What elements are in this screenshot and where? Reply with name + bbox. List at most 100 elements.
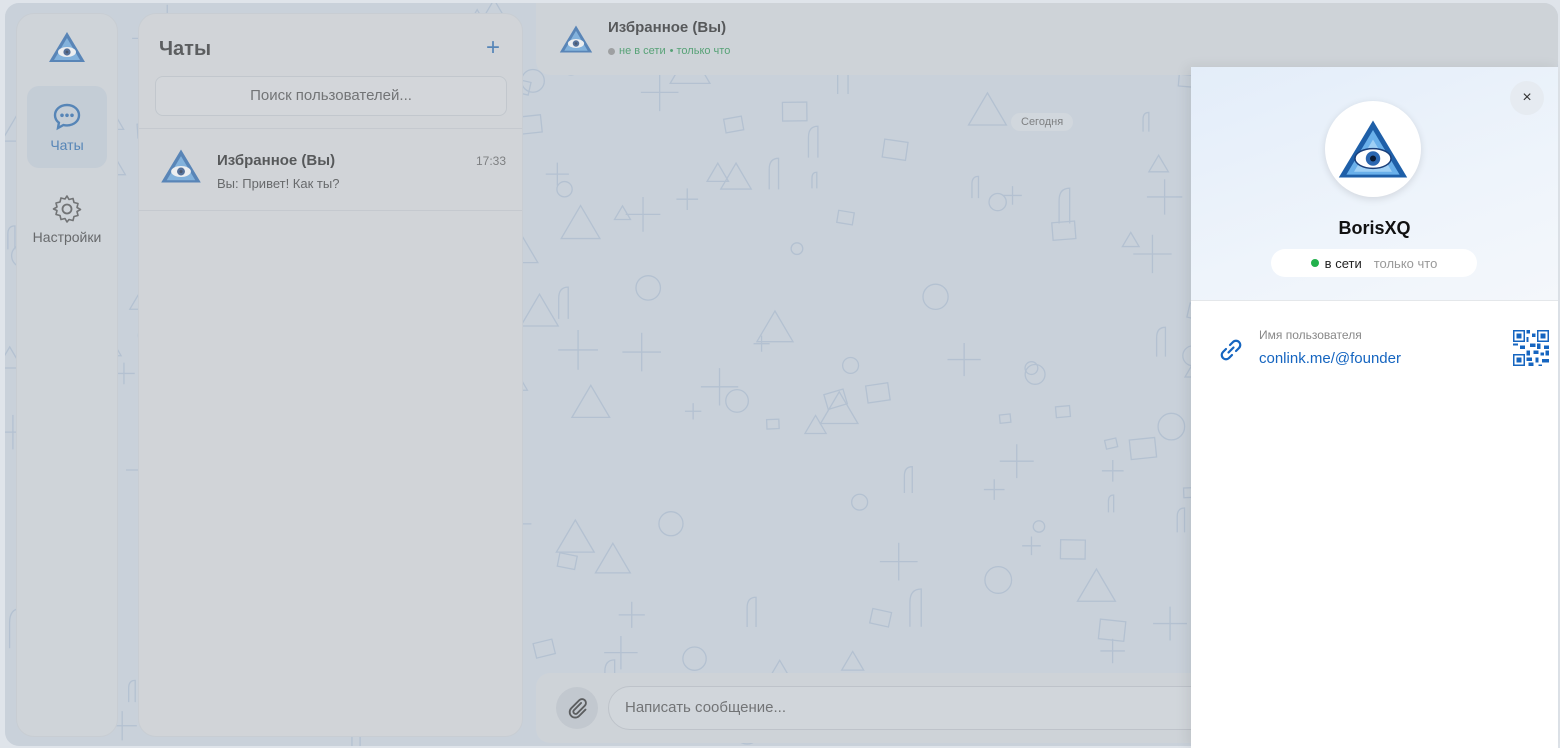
message-input[interactable]: Написать сообщение... (608, 686, 1248, 730)
profile-status: в сети только что (1271, 249, 1477, 277)
pattern-doodle (635, 275, 662, 301)
pattern-doodle (7, 225, 16, 250)
pattern-doodle (803, 414, 828, 435)
pattern-doodle (556, 552, 579, 571)
pattern-doodle (922, 283, 949, 311)
pattern-doodle (725, 389, 749, 413)
conversation-status: не в сети • только что (608, 45, 730, 57)
pattern-doodle (879, 542, 918, 581)
chat-name: Избранное (Вы) (217, 152, 336, 169)
pattern-doodle (868, 607, 893, 628)
pattern-doodle (903, 466, 913, 493)
pattern-doodle (746, 596, 757, 628)
app-logo-icon (49, 32, 85, 62)
chat-list-item[interactable]: Избранное (Вы) Вы: Привет! Как ты? 17:33 (139, 130, 522, 210)
pattern-doodle (840, 650, 865, 671)
pattern-doodle (1032, 520, 1046, 533)
pattern-doodle (558, 286, 569, 319)
status-text: не в сети (619, 45, 666, 57)
rail-item-label: Настройки (32, 229, 102, 245)
pattern-doodle (1142, 111, 1150, 132)
gear-icon (52, 195, 82, 223)
pattern-doodle (705, 161, 730, 183)
username-label: Имя пользователя (1259, 328, 1362, 342)
pattern-doodle (594, 542, 632, 574)
chats-title: Чаты (159, 38, 212, 60)
pattern-doodle (128, 679, 136, 703)
last-seen-text: • только что (669, 45, 731, 57)
pattern-doodle (1100, 638, 1125, 664)
pattern-doodle (768, 157, 780, 190)
rail-item-chats[interactable]: Чаты (27, 86, 107, 168)
rail-item-label: Чаты (50, 137, 84, 153)
attach-button[interactable] (556, 687, 598, 729)
pattern-doodle (1153, 606, 1188, 641)
pattern-doodle (519, 292, 560, 327)
pattern-doodle (971, 175, 980, 199)
pattern-doodle (1024, 363, 1046, 385)
divider (139, 128, 522, 129)
pattern-doodle (841, 356, 860, 375)
pattern-doodle (1054, 404, 1072, 419)
pattern-doodle (700, 368, 739, 406)
pattern-doodle (984, 566, 1013, 594)
paperclip-icon (568, 698, 587, 719)
profile-avatar (1325, 101, 1421, 197)
pattern-doodle (1133, 234, 1172, 274)
pattern-doodle (556, 180, 573, 198)
pattern-doodle (1097, 618, 1127, 643)
user-search-input[interactable]: Поиск пользователей... (155, 76, 507, 116)
pattern-doodle (682, 646, 707, 671)
pattern-doodle (1176, 507, 1186, 533)
chat-avatar-icon (161, 149, 201, 183)
pattern-doodle (753, 335, 770, 352)
pattern-doodle (947, 342, 981, 377)
qr-code-icon[interactable] (1513, 330, 1549, 366)
pattern-doodle (570, 383, 611, 419)
pattern-doodle (967, 91, 1008, 126)
pattern-doodle (560, 204, 602, 240)
pattern-doodle (555, 518, 596, 553)
pattern-doodle (1157, 412, 1186, 441)
link-icon (1220, 339, 1242, 361)
pattern-doodle (604, 635, 638, 670)
message-composer: Написать сообщение... (536, 673, 1248, 743)
pattern-doodle (1147, 153, 1170, 173)
pattern-doodle (684, 403, 702, 420)
pattern-doodle (613, 204, 632, 221)
chat-preview: Вы: Привет! Как ты? (217, 176, 340, 191)
nav-rail: Чаты Настройки (16, 13, 118, 737)
pattern-doodle (999, 444, 1034, 479)
pattern-doodle (909, 588, 922, 627)
pattern-doodle (722, 115, 745, 134)
conversation-avatar-icon[interactable] (558, 23, 594, 55)
pattern-doodle (622, 332, 662, 372)
pattern-doodle (676, 188, 699, 211)
pattern-doodle (1101, 459, 1124, 482)
divider (139, 210, 522, 211)
username-link[interactable]: conlink.me/@founder (1259, 350, 1401, 367)
pattern-doodle (790, 242, 804, 256)
profile-header: × BorisXQ в сети только что (1191, 67, 1558, 301)
profile-drawer: × BorisXQ в сети только что Имя пользова… (1191, 67, 1558, 748)
chat-time: 17:33 (475, 154, 506, 168)
pattern-doodle (1103, 437, 1119, 450)
rail-item-settings[interactable]: Настройки (27, 178, 107, 260)
username-row: Имя пользователя conlink.me/@founder (1215, 322, 1549, 378)
pattern-doodle (1058, 187, 1071, 224)
pattern-doodle (1051, 220, 1077, 242)
pattern-doodle (1146, 179, 1183, 215)
pattern-doodle (1121, 231, 1141, 248)
conversation-title[interactable]: Избранное (Вы) (608, 19, 726, 36)
close-button[interactable]: × (1510, 81, 1544, 115)
pattern-doodle (755, 309, 795, 343)
offline-dot-icon (608, 47, 615, 55)
online-text: в сети (1324, 255, 1362, 271)
new-chat-button[interactable]: + (486, 34, 500, 62)
pattern-doodle (1076, 567, 1117, 602)
pattern-doodle (658, 511, 684, 537)
pattern-doodle (864, 382, 891, 404)
chats-panel: Чаты + Поиск пользователей... Избранное … (138, 13, 523, 737)
date-separator: Сегодня (1011, 113, 1074, 131)
pattern-doodle (811, 171, 818, 189)
